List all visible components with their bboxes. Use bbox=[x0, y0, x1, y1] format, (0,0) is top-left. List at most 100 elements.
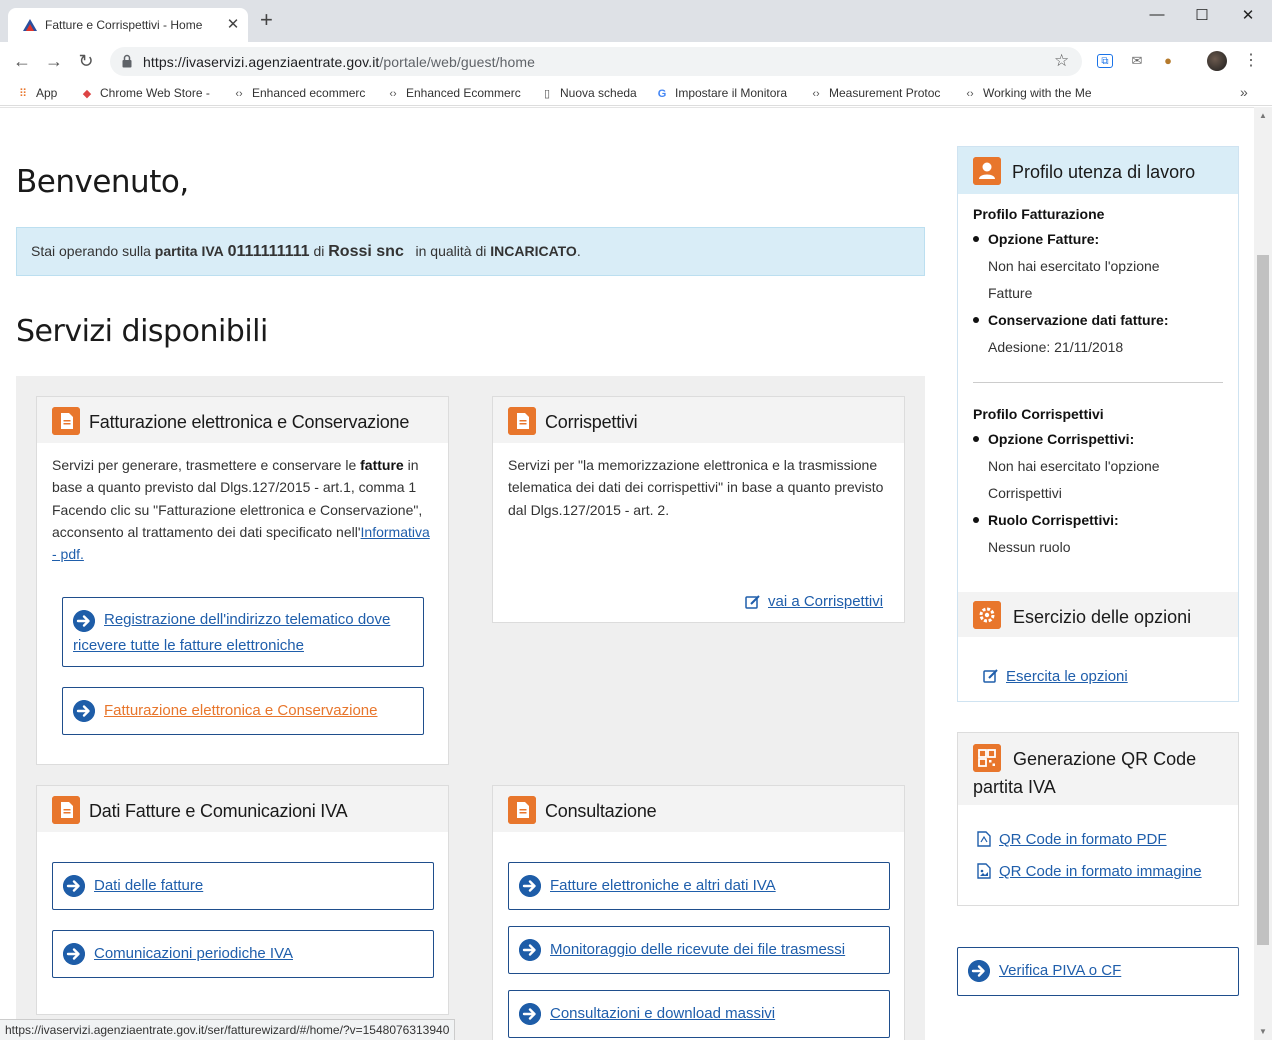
opzione-corrispettivi-label: Opzione Corrispettivi: bbox=[988, 426, 1134, 453]
qr-pdf-link[interactable]: QR Code in formato PDF bbox=[999, 831, 1167, 848]
qr-title-line-1: Generazione QR Code bbox=[1013, 749, 1197, 769]
qr-code-panel: Generazione QR Code partita IVA QR Code … bbox=[957, 732, 1239, 906]
bullet bbox=[973, 317, 979, 323]
card-title: Corrispettivi bbox=[545, 412, 638, 432]
bookmark-measurement-protocol[interactable]: ‹› Measurement Protoc bbox=[809, 86, 940, 100]
download-massivi-button[interactable]: Consultazioni e download massivi bbox=[508, 990, 890, 1038]
agenzia-entrate-favicon-icon bbox=[23, 19, 37, 31]
arrow-right-circle-icon bbox=[519, 939, 541, 961]
esercizio-title: Esercizio delle opzioni bbox=[1013, 607, 1192, 627]
scroll-thumb[interactable] bbox=[1257, 255, 1269, 945]
browser-tab[interactable]: Fatture e Corrispettivi - Home ✕ bbox=[8, 8, 248, 42]
qr-code-icon bbox=[973, 744, 1001, 772]
qr-header: Generazione QR Code partita IVA bbox=[958, 733, 1238, 805]
card-description: Servizi per generare, trasmettere e cons… bbox=[52, 454, 437, 565]
reload-icon[interactable]: ↻ bbox=[76, 51, 96, 71]
bullet bbox=[973, 517, 979, 523]
monitoraggio-ricevute-button[interactable]: Monitoraggio delle ricevute dei file tra… bbox=[508, 926, 890, 974]
extension-card-icon[interactable]: ✉ bbox=[1128, 52, 1146, 70]
company-name: Rossi snc bbox=[328, 243, 404, 260]
browser-toolbar: ← → ↻ https://ivaservizi.agenziaentrate.… bbox=[0, 42, 1272, 80]
opzione-corrispettivi-value-1: Non hai esercitato l'opzione bbox=[988, 458, 1160, 474]
forward-arrow-icon[interactable]: → bbox=[44, 51, 64, 71]
desc-part-1: Servizi per generare, trasmettere e cons… bbox=[52, 457, 357, 473]
label-text: Opzione Fatture: bbox=[988, 231, 1100, 247]
cookie-icon[interactable]: ● bbox=[1159, 52, 1177, 70]
image-file-icon bbox=[977, 863, 991, 879]
qr-image-link[interactable]: QR Code in formato immagine bbox=[999, 863, 1202, 880]
scroll-down-arrow-icon[interactable]: ▼ bbox=[1259, 1027, 1267, 1036]
button-label: Dati delle fatture bbox=[94, 877, 204, 894]
welcome-heading: Benvenuto, bbox=[16, 164, 189, 200]
bookmark-working-with[interactable]: ‹› Working with the Me bbox=[963, 86, 1091, 100]
esercita-opzioni-link[interactable]: Esercita le opzioni bbox=[1006, 668, 1128, 685]
tab-title: Fatture e Corrispettivi - Home bbox=[45, 18, 203, 32]
maximize-icon[interactable]: ☐ bbox=[1187, 6, 1217, 26]
lock-icon bbox=[122, 54, 132, 68]
minimize-icon[interactable]: — bbox=[1142, 6, 1172, 26]
verifica-piva-button[interactable]: Verifica PIVA o CF bbox=[957, 947, 1239, 996]
label-text: Conservazione dati fatture: bbox=[988, 312, 1169, 328]
dati-fatture-button[interactable]: Dati delle fatture bbox=[52, 862, 434, 910]
code-icon: ‹› bbox=[389, 88, 397, 100]
card-fatturazione: Fatturazione elettronica e Conservazione… bbox=[36, 396, 449, 765]
card-header: Consultazione bbox=[493, 786, 904, 832]
url-text: https://ivaservizi.agenziaentrate.gov.it… bbox=[143, 54, 535, 70]
opzione-fatture-value-1: Non hai esercitato l'opzione bbox=[988, 258, 1160, 274]
bookmark-star-icon[interactable]: ☆ bbox=[1054, 51, 1069, 71]
bookmarks-overflow-icon[interactable]: » bbox=[1240, 84, 1248, 100]
conservazione-label: Conservazione dati fatture: bbox=[988, 307, 1168, 334]
bookmark-chrome-web-store[interactable]: ◆ Chrome Web Store - bbox=[80, 86, 210, 100]
bookmark-app[interactable]: ⠿ App bbox=[16, 86, 57, 100]
apps-grid-icon: ⠿ bbox=[18, 88, 28, 100]
vertical-scrollbar[interactable]: ▲ ▼ bbox=[1254, 107, 1272, 1040]
comunicazioni-iva-button[interactable]: Comunicazioni periodiche IVA bbox=[52, 930, 434, 978]
address-bar[interactable]: https://ivaservizi.agenziaentrate.gov.it… bbox=[110, 47, 1082, 76]
back-arrow-icon[interactable]: ← bbox=[12, 51, 32, 71]
ruolo-label: Ruolo Corrispettivi: bbox=[988, 507, 1119, 534]
card-dati-fatture: Dati Fatture e Comunicazioni IVA Dati de… bbox=[36, 785, 449, 1015]
button-label: Fatturazione elettronica e Conservazione bbox=[104, 702, 378, 719]
bookmark-label: Chrome Web Store - bbox=[100, 86, 210, 100]
heading-text: Profilo Corrispettivi bbox=[973, 406, 1104, 422]
card-header: Fatturazione elettronica e Conservazione bbox=[37, 397, 448, 443]
bookmark-label: App bbox=[36, 86, 58, 100]
bookmarks-bar: ⠿ App ◆ Chrome Web Store - ‹› Enhanced ecom… bbox=[0, 80, 1272, 106]
vai-corrispettivi-link[interactable]: vai a Corrispettivi bbox=[768, 593, 883, 610]
user-icon bbox=[973, 157, 1001, 185]
profilo-panel: Profilo utenza di lavoro Profilo Fattura… bbox=[957, 146, 1239, 702]
card-description: Servizi per "la memorizzazione elettroni… bbox=[508, 457, 884, 518]
arrow-right-circle-icon bbox=[73, 610, 95, 632]
window-close-icon[interactable]: ✕ bbox=[1233, 6, 1263, 26]
bookmark-label: Enhanced Ecommerc bbox=[406, 86, 521, 100]
tab-close-icon[interactable]: ✕ bbox=[224, 15, 242, 33]
opzione-fatture-value-2: Fatture bbox=[988, 285, 1033, 301]
new-tab-button[interactable]: + bbox=[260, 9, 273, 31]
partita-iva-label: partita IVA bbox=[154, 243, 224, 259]
gear-icon bbox=[973, 601, 1001, 629]
fatture-elettroniche-button[interactable]: Fatture elettroniche e altri dati IVA bbox=[508, 862, 890, 910]
bookmark-enhanced-ecommerce-1[interactable]: ‹› Enhanced ecommerc bbox=[232, 86, 365, 100]
profilo-fatturazione-heading: Profilo Fatturazione bbox=[973, 201, 1104, 228]
card-title: Fatturazione elettronica e Conservazione bbox=[89, 412, 410, 432]
arrow-right-circle-icon bbox=[73, 700, 95, 722]
card-title: Consultazione bbox=[545, 801, 657, 821]
card-header: Corrispettivi bbox=[493, 397, 904, 443]
page-icon: ▯ bbox=[543, 88, 551, 100]
profile-avatar[interactable] bbox=[1207, 51, 1227, 71]
scroll-up-arrow-icon[interactable]: ▲ bbox=[1259, 111, 1267, 120]
google-icon: G bbox=[657, 88, 667, 100]
browser-menu-icon[interactable]: ⋮ bbox=[1243, 51, 1259, 71]
bookmark-nuova-scheda[interactable]: ▯ Nuova scheda bbox=[540, 86, 637, 100]
document-icon bbox=[508, 407, 536, 435]
fatturazione-conservazione-button[interactable]: Fatturazione elettronica e Conservazione bbox=[62, 687, 424, 735]
bookmark-enhanced-ecommerce-2[interactable]: ‹› Enhanced Ecommerc bbox=[386, 86, 521, 100]
partita-iva-value: 0111111111 bbox=[227, 243, 310, 260]
desc-bold: fatture bbox=[360, 457, 404, 473]
conservazione-value: Adesione: 21/11/2018 bbox=[988, 339, 1124, 355]
bookmark-impostare-monitoraggio[interactable]: G Impostare il Monitora bbox=[655, 86, 787, 100]
extension-tag-icon[interactable]: ⧉ bbox=[1097, 54, 1113, 68]
card-corrispettivi: Corrispettivi Servizi per "la memorizzaz… bbox=[492, 396, 905, 623]
role-value: INCARICATO bbox=[490, 243, 577, 259]
registrazione-indirizzo-button[interactable]: Registrazione dell'indirizzo telematico … bbox=[62, 597, 424, 667]
